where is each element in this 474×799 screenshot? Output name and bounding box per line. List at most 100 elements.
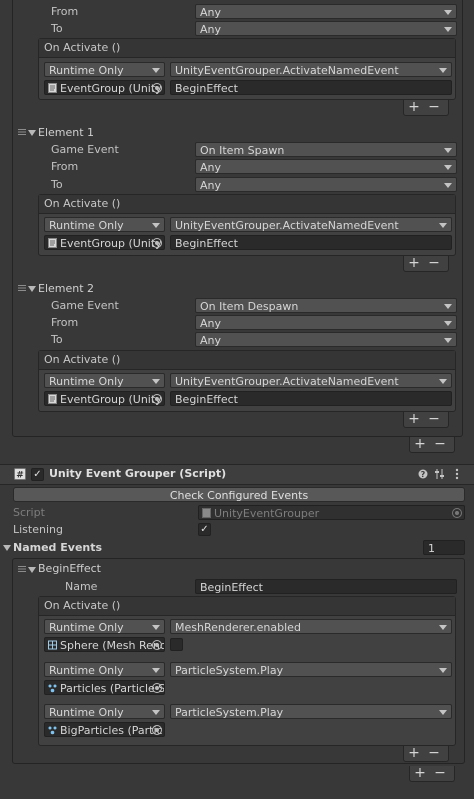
target-object-field[interactable]: Particles (Particle S (44, 680, 165, 695)
drag-handle-icon[interactable] (18, 129, 26, 135)
remove-call-button[interactable]: − (424, 100, 444, 114)
list-add-remove: + − (409, 437, 455, 453)
from-dropdown[interactable]: Any (195, 4, 457, 19)
name-field[interactable]: BeginEffect (195, 579, 457, 594)
to-dropdown[interactable]: Any (195, 332, 457, 347)
remove-call-button[interactable]: − (424, 746, 444, 760)
add-element-button[interactable]: + (410, 437, 430, 451)
begin-effect-title[interactable]: BeginEffect (38, 561, 101, 577)
runtime-mode-value: Runtime Only (49, 706, 124, 719)
object-picker-icon[interactable] (152, 83, 162, 93)
script-icon (202, 508, 211, 518)
target-value: BigParticles (Partic (60, 724, 163, 737)
runtime-mode-dropdown[interactable]: Runtime Only (44, 373, 165, 388)
check-configured-events-button[interactable]: Check Configured Events (13, 487, 465, 502)
function-value: MeshRenderer.enabled (175, 621, 301, 634)
from-value: Any (200, 6, 222, 19)
add-call-button[interactable]: + (404, 100, 424, 114)
particle-system-icon (48, 726, 57, 735)
function-value: ParticleSystem.Play (175, 706, 284, 719)
foldout-arrow-icon[interactable] (28, 567, 36, 573)
named-events-count-field[interactable]: 1 (423, 540, 465, 555)
remove-named-event-button[interactable]: − (430, 766, 450, 780)
from-dropdown[interactable]: Any (195, 315, 457, 330)
runtime-mode-dropdown[interactable]: Runtime Only (44, 217, 165, 232)
from-label: From (51, 160, 79, 173)
runtime-mode-dropdown[interactable]: Runtime Only (44, 62, 165, 77)
from-dropdown[interactable]: Any (195, 159, 457, 174)
function-dropdown[interactable]: UnityEventGrouper.ActivateNamedEvent (170, 62, 452, 77)
list-add-remove: + − (403, 412, 449, 428)
event-header: On Activate () (39, 39, 455, 58)
event-header: On Activate () (39, 195, 455, 214)
foldout-arrow-icon[interactable] (28, 286, 36, 292)
element-1-title[interactable]: Element 1 (38, 125, 94, 141)
function-dropdown[interactable]: ParticleSystem.Play (170, 704, 452, 719)
target-object-field[interactable]: Sphere (Mesh Renc (44, 637, 165, 652)
runtime-mode-dropdown[interactable]: Runtime Only (44, 704, 165, 719)
chevron-down-icon (444, 304, 452, 309)
function-dropdown[interactable]: UnityEventGrouper.ActivateNamedEvent (170, 217, 452, 232)
object-picker-icon[interactable] (152, 640, 162, 650)
remove-call-button[interactable]: − (424, 256, 444, 270)
chevron-down-icon (444, 321, 452, 326)
remove-call-button[interactable]: − (424, 412, 444, 426)
object-picker-icon[interactable] (152, 394, 162, 404)
game-event-label: Game Event (51, 143, 119, 156)
add-call-button[interactable]: + (404, 412, 424, 426)
chevron-down-icon (152, 668, 160, 673)
runtime-mode-dropdown[interactable]: Runtime Only (44, 662, 165, 677)
named-events-label[interactable]: Named Events (13, 540, 102, 556)
runtime-mode-value: Runtime Only (49, 219, 124, 232)
object-picker-icon[interactable] (152, 683, 162, 693)
add-named-event-button[interactable]: + (410, 766, 430, 780)
chevron-down-icon (152, 710, 160, 715)
to-value: Any (200, 334, 222, 347)
game-event-value: On Item Despawn (200, 300, 299, 313)
drag-handle-icon[interactable] (18, 285, 26, 291)
target-value: Particles (Particle S (60, 682, 165, 695)
game-event-label: Game Event (51, 299, 119, 312)
script-icon: # (14, 468, 26, 480)
object-picker-icon[interactable] (152, 238, 162, 248)
argument-field[interactable]: BeginEffect (170, 391, 452, 406)
component-header[interactable]: # ✓ Unity Event Grouper (Script) ? (0, 464, 474, 485)
argument-field[interactable]: BeginEffect (170, 80, 452, 95)
function-dropdown[interactable]: MeshRenderer.enabled (170, 619, 452, 634)
object-picker-icon[interactable] (152, 725, 162, 735)
function-dropdown[interactable]: UnityEventGrouper.ActivateNamedEvent (170, 373, 452, 388)
target-object-field[interactable]: BigParticles (Partic (44, 722, 165, 737)
runtime-mode-value: Runtime Only (49, 621, 124, 634)
argument-field[interactable]: BeginEffect (170, 235, 452, 250)
function-dropdown[interactable]: ParticleSystem.Play (170, 662, 452, 677)
listening-checkbox[interactable]: ✓ (198, 523, 211, 536)
add-call-button[interactable]: + (404, 256, 424, 270)
game-event-dropdown[interactable]: On Item Despawn (195, 298, 457, 313)
chevron-down-icon (439, 625, 447, 630)
runtime-mode-dropdown[interactable]: Runtime Only (44, 619, 165, 634)
game-event-dropdown[interactable]: On Item Spawn (195, 142, 457, 157)
remove-element-button[interactable]: − (430, 437, 450, 451)
element-2-title[interactable]: Element 2 (38, 281, 94, 297)
add-call-button[interactable]: + (404, 746, 424, 760)
to-dropdown[interactable]: Any (195, 177, 457, 192)
enabled-argument-checkbox[interactable] (170, 638, 183, 651)
event-header: On Activate () (39, 597, 455, 616)
particle-system-icon (48, 684, 57, 693)
list-add-remove: + − (409, 766, 455, 782)
preset-icon[interactable] (434, 468, 445, 480)
foldout-arrow-icon[interactable] (3, 545, 11, 551)
target-object-field[interactable]: EventGroup (Unity (44, 235, 165, 250)
component-enabled-checkbox[interactable]: ✓ (31, 468, 44, 481)
kebab-menu-icon[interactable] (455, 468, 459, 480)
chevron-down-icon (152, 68, 160, 73)
help-icon[interactable]: ? (418, 469, 428, 479)
to-dropdown[interactable]: Any (195, 21, 457, 36)
list-add-remove: + − (403, 746, 449, 762)
target-object-field[interactable]: EventGroup (Unity (44, 80, 165, 95)
name-label: Name (65, 580, 98, 593)
target-object-field[interactable]: EventGroup (Unity (44, 391, 165, 406)
drag-handle-icon[interactable] (18, 566, 26, 572)
to-label: To (51, 22, 63, 35)
foldout-arrow-icon[interactable] (28, 130, 36, 136)
